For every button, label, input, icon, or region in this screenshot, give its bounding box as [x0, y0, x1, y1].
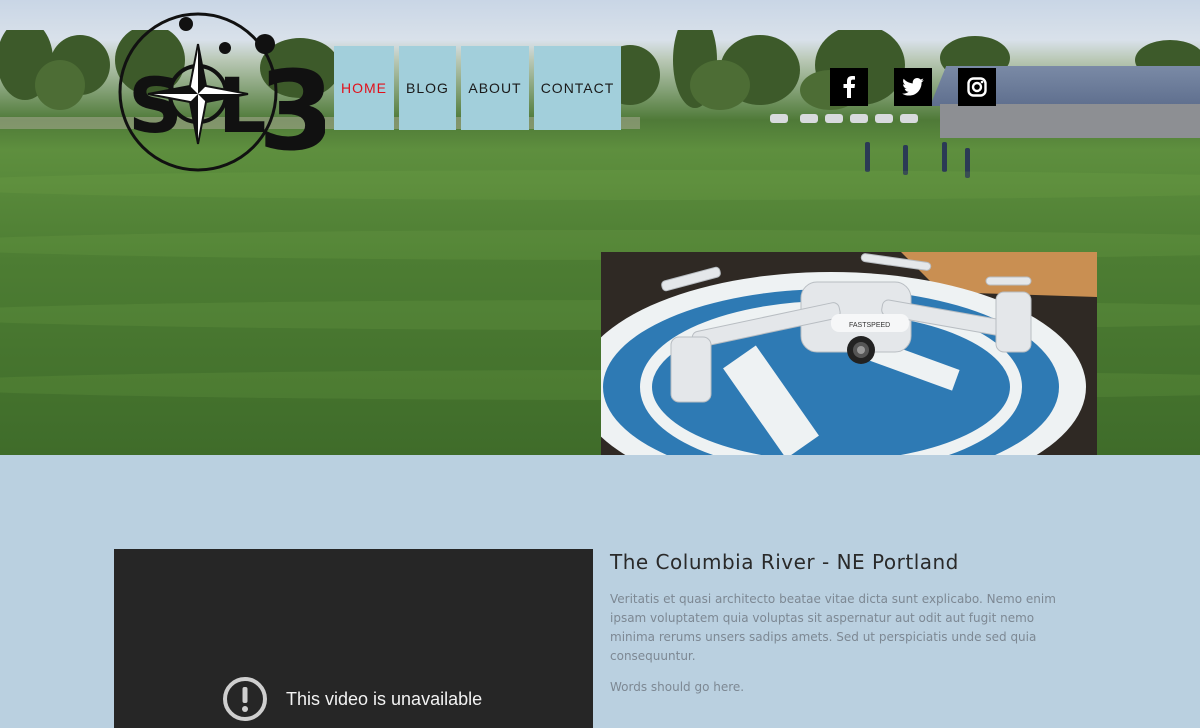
svg-text:3: 3 [258, 47, 325, 174]
article-paragraph: Veritatis et quasi architecto beatae vit… [610, 592, 1056, 663]
facebook-link[interactable] [830, 68, 868, 106]
parked-car [850, 114, 868, 123]
article: The Columbia River - NE Portland Veritat… [610, 548, 1080, 697]
parked-car [875, 114, 893, 123]
facebook-icon [843, 76, 855, 98]
pavilion-building [940, 104, 1200, 138]
parked-car [770, 114, 788, 123]
instagram-link[interactable] [958, 68, 996, 106]
nav-contact[interactable]: CONTACT [534, 46, 621, 130]
main-nav: HOME BLOG ABOUT CONTACT [334, 46, 626, 130]
drone-photo: FASTSPEED [601, 252, 1097, 455]
video-embed[interactable]: This video is unavailable [114, 549, 593, 728]
twitter-icon [902, 78, 924, 96]
person [865, 142, 870, 172]
exclamation-circle-icon [223, 677, 267, 721]
nav-blog[interactable]: BLOG [399, 46, 456, 130]
nav-about[interactable]: ABOUT [461, 46, 529, 130]
parked-car [800, 114, 818, 123]
grass-stripe [0, 170, 1200, 200]
twitter-link[interactable] [894, 68, 932, 106]
nav-home[interactable]: HOME [334, 46, 394, 130]
drone-brand-text: FASTSPEED [849, 322, 890, 329]
instagram-icon [967, 77, 987, 97]
person [942, 142, 947, 172]
video-unavailable-message: This video is unavailable [222, 676, 482, 722]
parked-car [900, 114, 918, 123]
video-message-text: This video is unavailable [286, 688, 483, 709]
article-paragraph: Words should go here. [610, 680, 745, 694]
site-logo[interactable]: S L 3 [110, 4, 335, 175]
parked-car [825, 114, 843, 123]
article-title: The Columbia River - NE Portland [610, 550, 959, 574]
